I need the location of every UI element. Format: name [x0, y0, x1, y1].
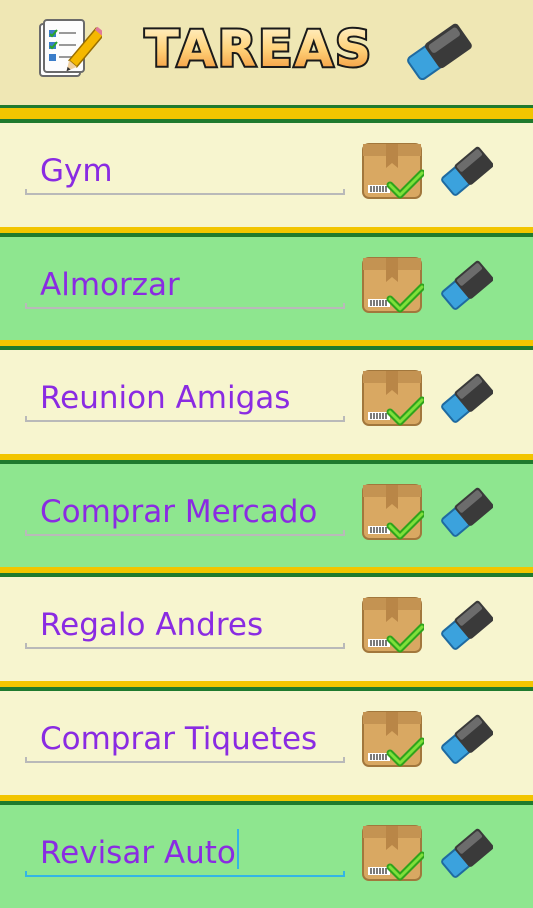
task-list-icon	[39, 19, 102, 77]
eraser-delete-icon[interactable]	[441, 486, 493, 538]
svg-text:TAREAS: TAREAS	[145, 20, 373, 78]
mark-done-icon[interactable]	[360, 593, 424, 657]
task-row: Almorzar	[0, 226, 533, 341]
task-row: Comprar Mercado	[0, 453, 533, 568]
task-text: Regalo Andres	[40, 607, 264, 644]
task-row: Comprar Tiquetes	[0, 680, 533, 795]
task-list: Gym Almorzar Reunion Amigas Comprar Merc…	[0, 113, 533, 908]
eraser-delete-icon[interactable]	[441, 713, 493, 765]
task-row: Reunion Amigas	[0, 340, 533, 454]
task-text-field[interactable]: Comprar Tiquetes	[25, 709, 345, 769]
eraser-delete-icon[interactable]	[441, 599, 493, 651]
eraser-delete-icon[interactable]	[441, 372, 493, 424]
task-text-field[interactable]: Reunion Amigas	[25, 368, 345, 428]
task-row: Regalo Andres	[0, 567, 533, 681]
app-header: TAREAS	[0, 0, 533, 108]
task-text: Comprar Mercado	[40, 493, 318, 530]
text-field-underline	[25, 529, 345, 536]
text-field-underline	[25, 302, 345, 309]
mark-done-icon[interactable]	[360, 707, 424, 771]
task-text: Reunion Amigas	[40, 380, 291, 417]
app-title: TAREAS	[143, 18, 373, 80]
task-text-field[interactable]: Regalo Andres	[25, 595, 345, 655]
eraser-delete-icon[interactable]	[441, 145, 493, 197]
task-row: Gym	[0, 113, 533, 227]
mark-done-icon[interactable]	[360, 366, 424, 430]
task-text: Gym	[40, 153, 113, 189]
delete-all-icon[interactable]	[400, 20, 476, 80]
mark-done-icon[interactable]	[360, 253, 424, 317]
eraser-delete-icon[interactable]	[441, 827, 493, 879]
task-text-field[interactable]: Revisar Auto	[25, 823, 345, 883]
task-text: Revisar Auto	[40, 834, 236, 871]
mark-done-icon[interactable]	[360, 821, 424, 885]
task-text-field[interactable]: Comprar Mercado	[25, 482, 345, 542]
task-text: Comprar Tiquetes	[40, 720, 318, 757]
text-field-underline	[25, 756, 345, 763]
text-field-underline	[25, 643, 345, 650]
eraser-delete-icon[interactable]	[441, 259, 493, 311]
task-row: Revisar Auto	[0, 794, 533, 908]
mark-done-icon[interactable]	[360, 480, 424, 544]
task-text-field[interactable]: Gym	[25, 141, 345, 201]
text-field-underline	[25, 189, 345, 195]
mark-done-icon[interactable]	[360, 139, 424, 203]
task-text-field[interactable]: Almorzar	[25, 255, 345, 315]
text-field-underline	[25, 870, 345, 877]
text-field-underline	[25, 416, 345, 423]
task-text: Almorzar	[40, 266, 180, 303]
text-cursor	[237, 828, 239, 869]
